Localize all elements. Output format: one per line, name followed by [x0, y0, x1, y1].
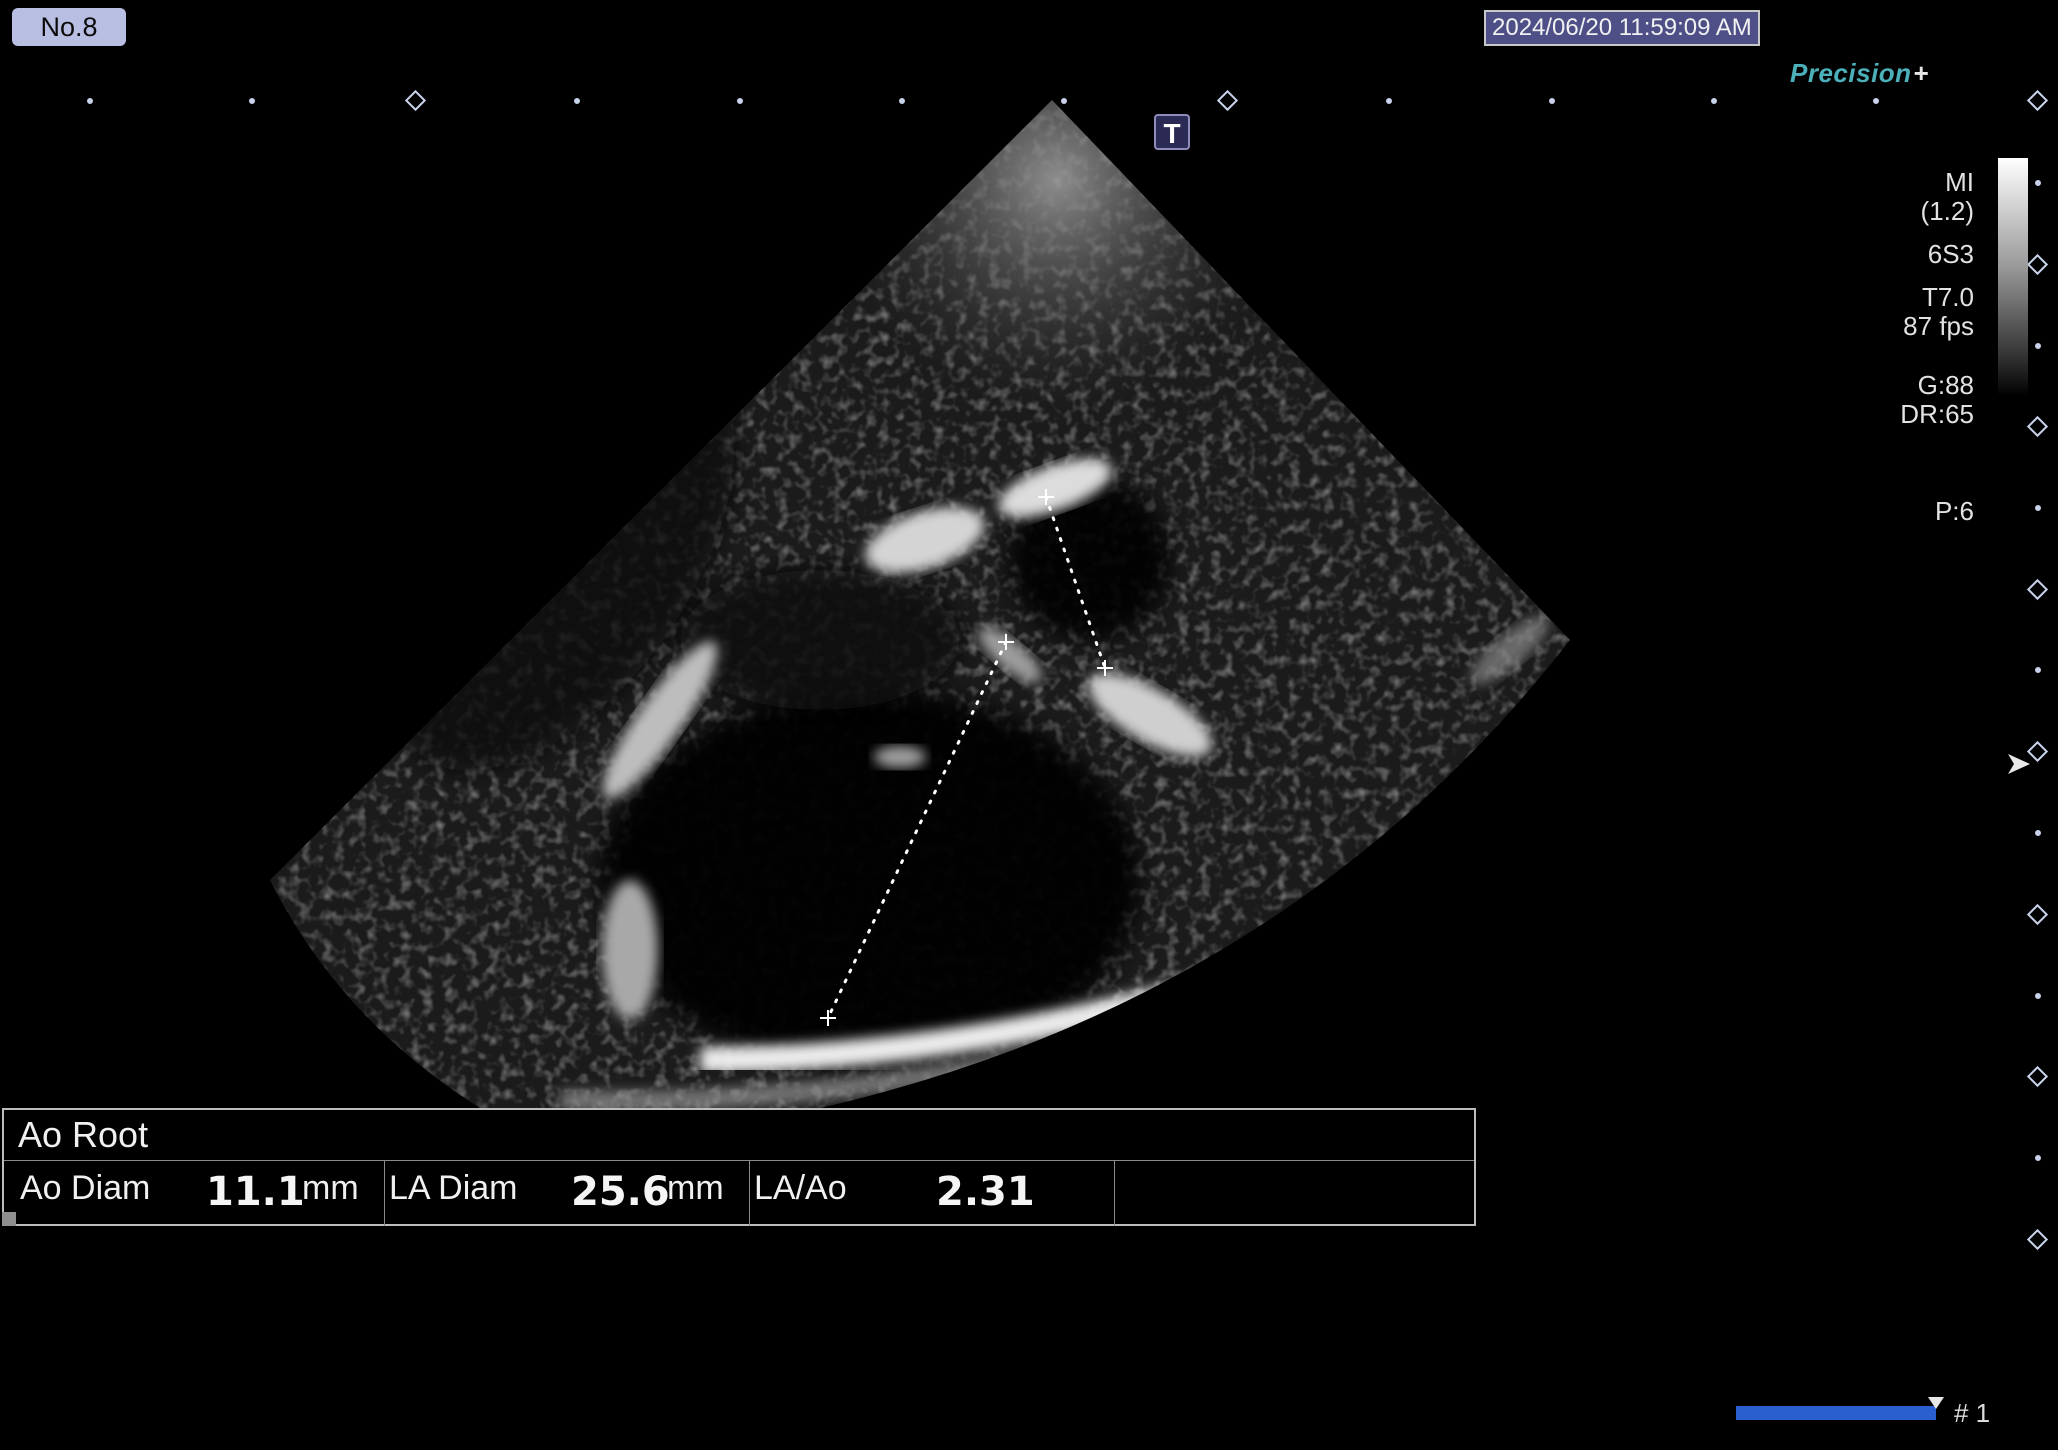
measurement-label: LA Diam — [389, 1169, 518, 1207]
table-divider — [1114, 1161, 1115, 1226]
image-number-badge: No.8 — [12, 8, 126, 46]
brand-logo: Precision+ — [1790, 58, 1929, 89]
measurement-cell-la-ao: LA/Ao 2.31 — [750, 1161, 1114, 1226]
frame-rate: 87 fps — [1903, 311, 1974, 341]
measurement-unit: mm — [667, 1169, 724, 1207]
tissue-frequency: T7.0 — [1921, 282, 1974, 312]
measurement-cell-ao-diam: Ao Diam 11.1 mm — [4, 1161, 384, 1226]
measurement-label: Ao Diam — [20, 1169, 151, 1207]
measurement-value: 25.6 — [571, 1169, 670, 1215]
brand-name: Precision — [1790, 58, 1912, 88]
measurement-title: Ao Root — [18, 1114, 149, 1155]
acquisition-parameters: MI (1.2) 6S3 T7.0 87 fps G:88 DR:65 P:6 — [1900, 168, 1974, 526]
t-marker-icon[interactable]: T — [1154, 114, 1190, 150]
measurement-value: 2.31 — [936, 1169, 1035, 1215]
table-corner-marker — [2, 1212, 16, 1226]
measurement-table: Ao Root Ao Diam 11.1 mm LA Diam 25.6 mm … — [2, 1108, 1476, 1226]
exam-datetime: 2024/06/20 11:59:09 AM — [1484, 10, 1760, 46]
frame-number: # 1 — [1954, 1398, 1991, 1428]
measurement-label: LA/Ao — [754, 1169, 847, 1207]
cine-position-marker-icon[interactable] — [1928, 1397, 1944, 1409]
echo-sector-image — [87, 89, 2049, 1251]
dynamic-range-value: DR:65 — [1900, 399, 1974, 429]
measurement-unit: mm — [302, 1169, 359, 1207]
top-scale-markers — [87, 89, 2049, 112]
focus-arrow-icon[interactable] — [2008, 754, 2030, 774]
power-value: P:6 — [1934, 496, 1974, 526]
probe-name: 6S3 — [1927, 239, 1974, 269]
ultrasound-screen: No.8 2024/06/20 11:59:09 AM Precision+ T… — [0, 0, 2058, 1450]
gain-value: G:88 — [1917, 370, 1974, 400]
measurement-value: 11.1 — [206, 1169, 305, 1215]
cine-progress-bar[interactable] — [1736, 1406, 1936, 1420]
grayscale-bar — [1998, 158, 2028, 396]
mi-label: MI — [1945, 167, 1974, 197]
right-depth-scale — [2026, 180, 2049, 1251]
brand-suffix: + — [1913, 58, 1930, 88]
mi-value: (1.2) — [1920, 196, 1974, 226]
measurement-cell-la-diam: LA Diam 25.6 mm — [385, 1161, 749, 1226]
